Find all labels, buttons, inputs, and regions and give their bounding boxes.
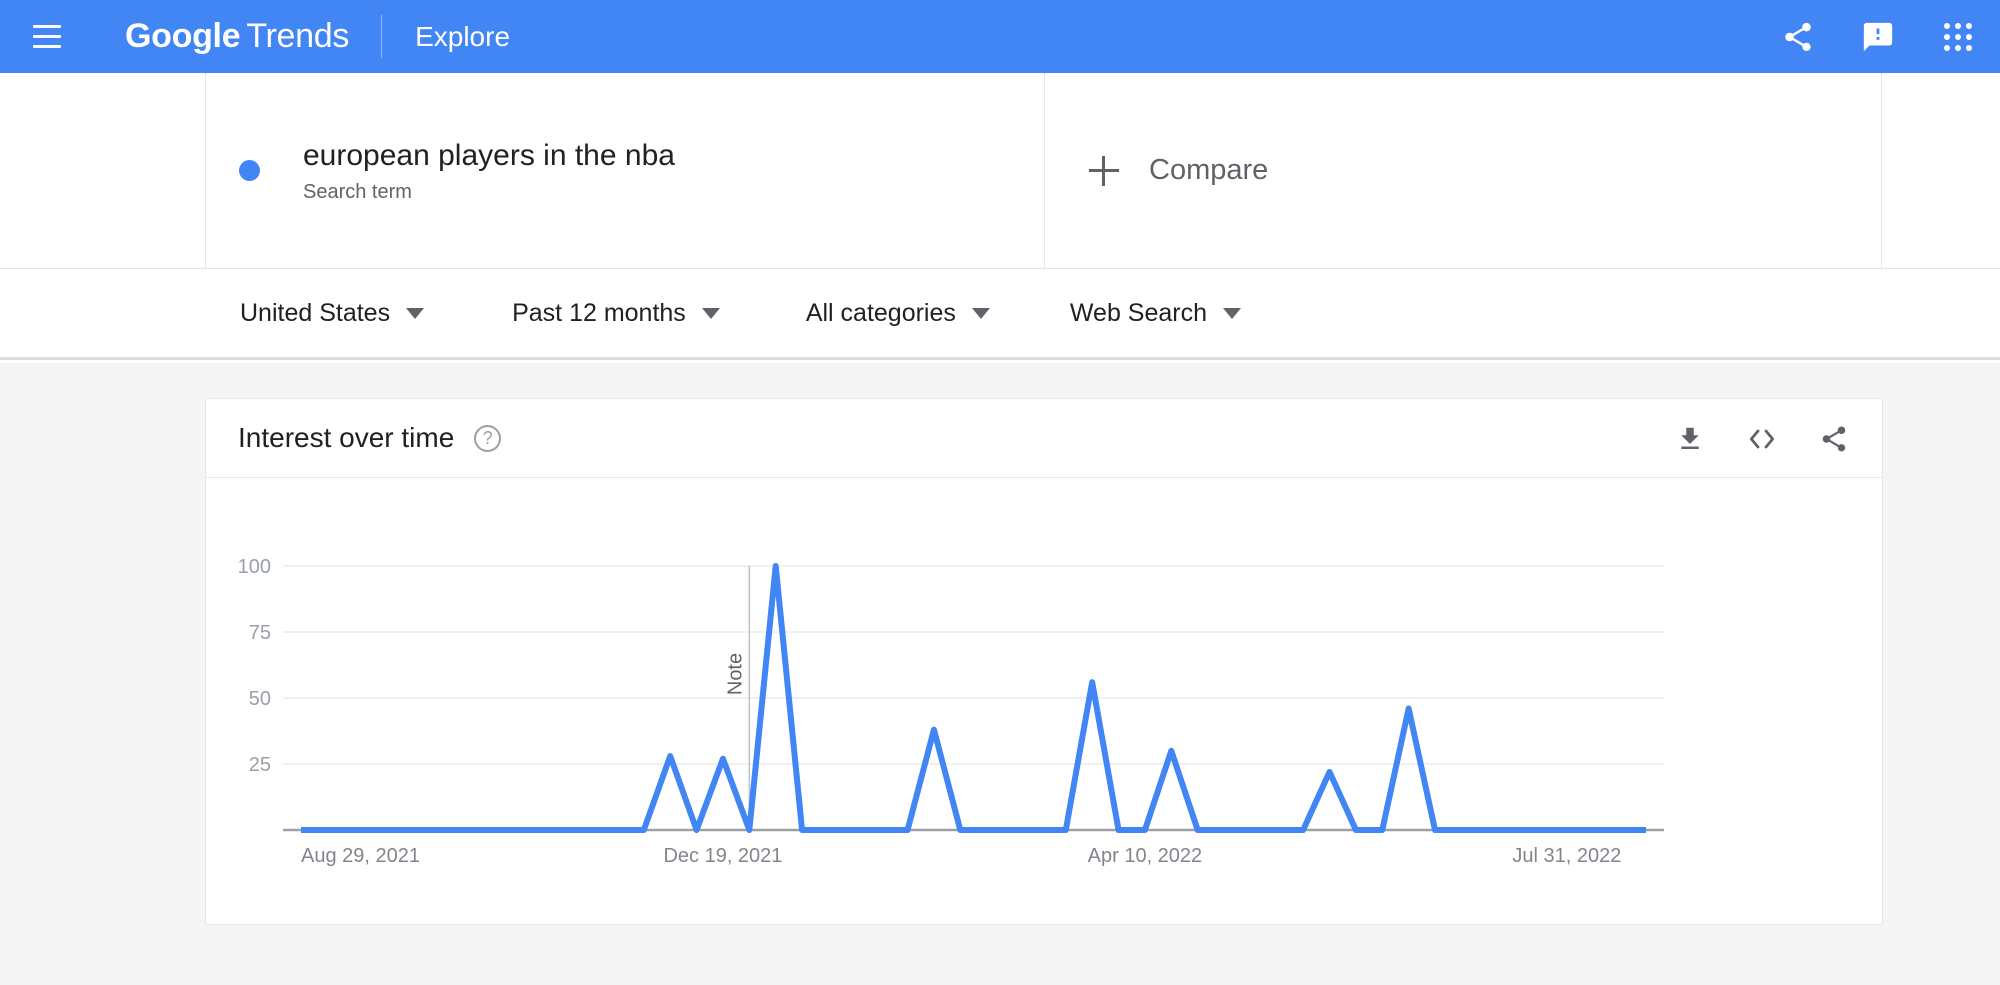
logo-trends-text: Trends	[246, 17, 350, 55]
category-filter-label: All categories	[805, 299, 956, 327]
share-icon[interactable]	[1778, 17, 1818, 57]
google-trends-logo[interactable]: Google Trends	[125, 17, 349, 56]
feedback-icon[interactable]	[1858, 17, 1898, 57]
card-header: Interest over time ?	[206, 399, 1882, 478]
hamburger-bar	[33, 35, 61, 38]
interest-over-time-chart[interactable]: 25 50 75 100 Note Aug 29, 2021 Dec 19, 2021 Apr…	[206, 478, 1882, 925]
apps-grid-dots	[1944, 22, 1972, 51]
header-actions	[1778, 0, 1978, 73]
apps-grid-icon[interactable]	[1938, 17, 1978, 57]
category-filter[interactable]: All categories	[806, 299, 990, 328]
logo-google-text: Google	[125, 17, 241, 55]
top-app-bar: Google Trends Explore	[0, 0, 2000, 73]
hamburger-bar	[33, 45, 61, 48]
y-axis-tick-label: 100	[238, 556, 271, 578]
y-axis-tick-label: 50	[249, 688, 271, 710]
hamburger-icon[interactable]	[26, 16, 68, 58]
search-term-type: Search term	[303, 181, 412, 204]
card-actions	[1670, 399, 1854, 478]
note-marker-label: Note	[724, 653, 746, 695]
explore-nav-link[interactable]: Explore	[415, 21, 510, 53]
series-color-dot	[239, 160, 260, 181]
location-filter[interactable]: United States	[240, 299, 425, 328]
chevron-down-icon	[1223, 308, 1241, 319]
compare-card[interactable]: Compare	[1046, 73, 1882, 268]
compare-label: Compare	[1149, 154, 1269, 186]
filters-row: United States Past 12 months All categor…	[0, 270, 2000, 360]
share-icon[interactable]	[1814, 419, 1854, 459]
time-range-filter-label: Past 12 months	[512, 299, 686, 327]
interest-over-time-card: Interest over time ? 25 50 75 100 Note A…	[205, 398, 1883, 925]
page-title: Interest over time	[238, 422, 455, 453]
search-term-label: european players in the nba	[303, 138, 675, 172]
search-type-filter-label: Web Search	[1069, 299, 1207, 327]
x-axis-tick-label: Jul 31, 2022	[1512, 845, 1621, 867]
y-axis-tick-label: 25	[249, 754, 271, 776]
chart-svg: 25 50 75 100 Note Aug 29, 2021 Dec 19, 2021 Apr…	[238, 556, 1664, 867]
search-term-texts: european players in the nba Search term	[303, 137, 675, 205]
question-mark-icon[interactable]: ?	[474, 424, 502, 452]
search-term-card[interactable]: european players in the nba Search term	[205, 73, 1045, 268]
chevron-down-icon	[701, 308, 720, 319]
x-axis-tick-label: Aug 29, 2021	[301, 845, 420, 867]
x-axis-tick-label: Dec 19, 2021	[663, 845, 782, 867]
plus-icon	[1089, 155, 1119, 186]
download-icon[interactable]	[1670, 419, 1710, 459]
location-filter-label: United States	[240, 299, 391, 327]
time-range-filter[interactable]: Past 12 months	[512, 299, 720, 328]
chevron-down-icon	[971, 308, 990, 319]
x-axis-tick-label: Apr 10, 2022	[1088, 845, 1203, 867]
header-divider	[381, 15, 383, 58]
content-area: Interest over time ? 25 50 75 100 Note A…	[0, 363, 2000, 985]
y-axis-tick-label: 75	[249, 622, 271, 644]
embed-code-icon[interactable]	[1742, 419, 1782, 459]
chevron-down-icon	[406, 308, 425, 319]
search-terms-row: european players in the nba Search term …	[0, 73, 2000, 269]
search-type-filter[interactable]: Web Search	[1070, 299, 1241, 328]
hamburger-bar	[33, 25, 61, 28]
